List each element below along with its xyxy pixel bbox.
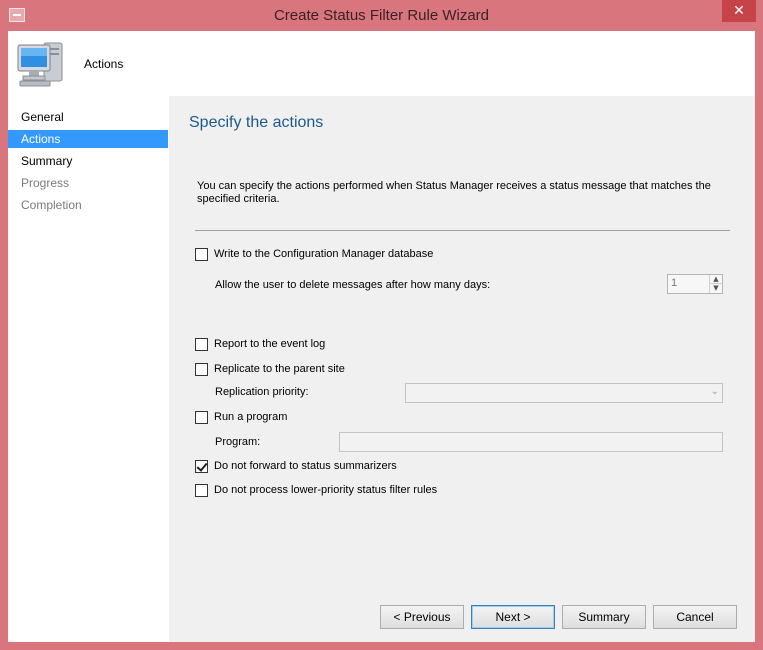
nav-item-actions[interactable]: Actions <box>8 130 168 148</box>
program-label: Program: <box>215 436 261 448</box>
no-process-lower-checkbox[interactable] <box>195 483 208 497</box>
no-forward-option[interactable]: Do not forward to status summarizers <box>195 458 397 474</box>
replicate-parent-label: Replicate to the parent site <box>214 363 345 375</box>
stepper-up-icon[interactable]: ▲ <box>710 275 722 284</box>
wizard-client-area: Actions General Actions Summary Progress… <box>8 31 755 642</box>
close-button[interactable]: ✕ <box>722 0 756 22</box>
no-process-lower-label: Do not process lower-priority status fil… <box>214 484 438 496</box>
delete-days-value[interactable]: 1 <box>671 277 677 289</box>
run-program-label: Run a program <box>214 411 288 423</box>
no-forward-label: Do not forward to status summarizers <box>214 460 397 472</box>
next-button[interactable]: Next > <box>471 605 555 629</box>
write-db-checkbox[interactable] <box>195 247 208 261</box>
page-title: Specify the actions <box>189 114 324 131</box>
wizard-header: Actions <box>8 31 755 95</box>
delete-days-label: Allow the user to delete messages after … <box>215 279 491 291</box>
wizard-main-panel: Specify the actions You can specify the … <box>169 96 755 585</box>
write-db-label: Write to the Configuration Manager datab… <box>214 248 434 260</box>
title-bar: Create Status Filter Rule Wizard ✕ <box>0 0 763 32</box>
previous-button[interactable]: < Previous <box>380 605 464 629</box>
computer-icon <box>17 42 63 87</box>
chevron-down-icon[interactable]: ⌄ <box>711 386 719 397</box>
stepper-buttons: ▲ ▼ <box>709 275 722 293</box>
replication-priority-select[interactable]: ⌄ <box>405 383 723 403</box>
replication-priority-label: Replication priority: <box>215 386 309 398</box>
no-forward-checkbox[interactable] <box>195 459 208 473</box>
report-event-log-label: Report to the event log <box>214 338 326 350</box>
nav-item-general[interactable]: General <box>8 108 168 126</box>
run-program-option[interactable]: Run a program <box>195 409 287 425</box>
report-event-log-option[interactable]: Report to the event log <box>195 336 325 352</box>
nav-item-summary[interactable]: Summary <box>8 152 168 170</box>
nav-item-progress: Progress <box>21 176 70 190</box>
report-event-log-checkbox[interactable] <box>195 337 208 351</box>
window-title: Create Status Filter Rule Wizard <box>273 7 490 24</box>
delete-days-stepper[interactable]: 1 ▲ ▼ <box>667 274 723 294</box>
cancel-button[interactable]: Cancel <box>653 605 737 629</box>
page-description: You can specify the actions performed wh… <box>197 180 711 205</box>
run-program-checkbox[interactable] <box>195 410 208 424</box>
no-process-lower-option[interactable]: Do not process lower-priority status fil… <box>195 482 437 498</box>
divider <box>195 230 730 231</box>
replicate-parent-checkbox[interactable] <box>195 362 208 376</box>
header-title: Actions <box>84 57 124 71</box>
replicate-parent-option[interactable]: Replicate to the parent site <box>195 361 345 377</box>
stepper-down-icon[interactable]: ▼ <box>710 284 722 293</box>
wizard-nav: General Actions Summary Progress Complet… <box>8 96 168 642</box>
write-db-option[interactable]: Write to the Configuration Manager datab… <box>195 246 433 262</box>
nav-item-completion: Completion <box>21 198 82 212</box>
program-input[interactable] <box>339 432 723 452</box>
summary-button[interactable]: Summary <box>562 605 646 629</box>
wizard-footer: < Previous Next > Summary Cancel <box>169 585 755 642</box>
